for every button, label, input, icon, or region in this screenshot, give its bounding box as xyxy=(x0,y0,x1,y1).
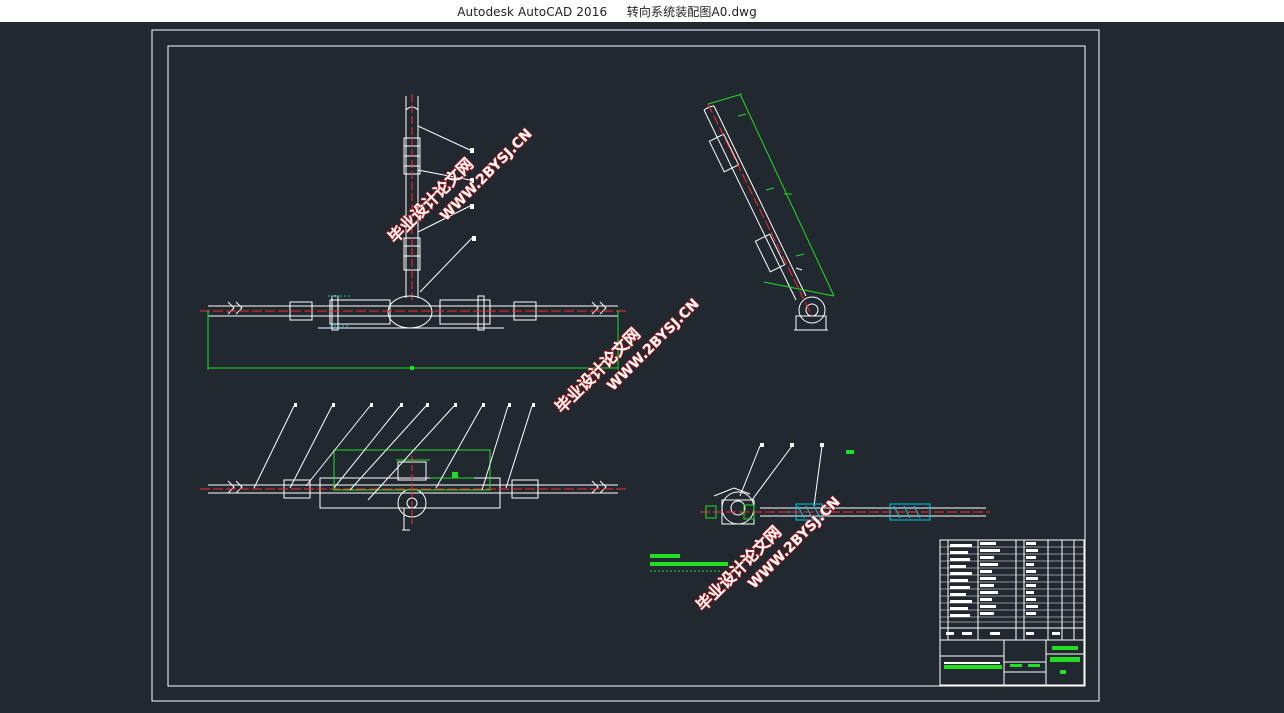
watermark-3: 毕业设计论文网 WWW.2BYSJ.CN xyxy=(692,493,844,615)
file-name: 转向系统装配图A0.dwg xyxy=(626,4,757,19)
watermark-2: 毕业设计论文网 WWW.2BYSJ.CN xyxy=(551,295,703,417)
window-title: Autodesk AutoCAD 2016 转向系统装配图A0.dwg xyxy=(457,3,757,20)
title-bar: Autodesk AutoCAD 2016 转向系统装配图A0.dwg xyxy=(0,0,1284,22)
title-block-green xyxy=(944,646,1080,674)
view-inclined-column xyxy=(703,93,835,331)
view-top-assembly xyxy=(200,403,626,531)
cad-drawing[interactable]: 毕业设计论文网 WWW.2BYSJ.CN 毕业设计论文网 WWW.2BYSJ.C… xyxy=(0,22,1284,709)
view-side-assembly xyxy=(700,443,990,525)
view-front-assembly xyxy=(200,94,626,370)
drawing-canvas[interactable]: 毕业设计论文网 WWW.2BYSJ.CN 毕业设计论文网 WWW.2BYSJ.C… xyxy=(0,22,1284,709)
app-name: Autodesk AutoCAD 2016 xyxy=(457,4,608,19)
technical-notes xyxy=(650,554,728,572)
